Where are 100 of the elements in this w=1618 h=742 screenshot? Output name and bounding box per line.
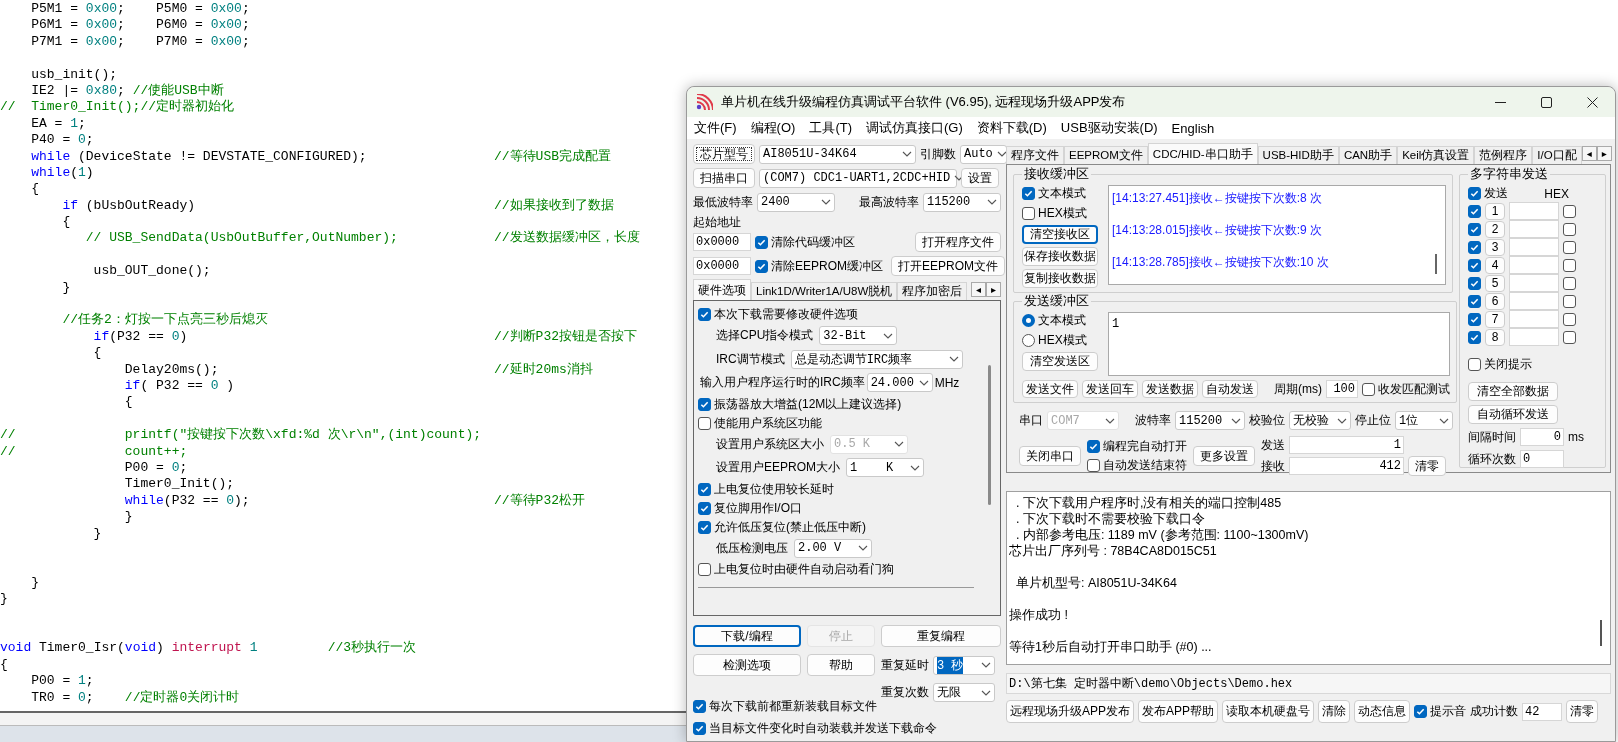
interval-field[interactable]: 0 [1520,428,1564,446]
maximize-icon[interactable] [1540,96,1552,108]
chip-model-button[interactable]: 芯片型号 [693,144,755,164]
menu-item[interactable]: 编程(O) [743,119,803,137]
frequency-select[interactable]: 24.000 [866,373,933,393]
checkbox[interactable] [1468,294,1481,308]
checkbox[interactable] [693,700,706,713]
send-action-button[interactable]: 发送文件 [1022,380,1078,398]
checkbox[interactable] [1468,222,1481,236]
tab[interactable]: CDC/HID-串口助手 [1147,143,1258,164]
string-number-button[interactable]: 4 [1485,256,1505,274]
send-action-button[interactable]: 发送数据 [1142,380,1198,398]
string-number-button[interactable]: 8 [1485,328,1505,346]
tab[interactable]: Keil仿真设置 [1397,146,1475,164]
footer-button[interactable]: 发布APP帮助 [1138,700,1219,723]
repeat-delay-select[interactable]: 3 秒 [933,655,995,675]
checkbox[interactable] [1563,204,1576,218]
checkbox[interactable] [1022,187,1035,200]
checkbox[interactable] [1563,330,1576,344]
tab[interactable]: CAN助手 [1338,146,1398,164]
option-select[interactable]: 32-Bit [819,326,898,346]
checkbox[interactable] [1468,204,1481,218]
close-icon[interactable] [1586,96,1598,108]
checkbox[interactable] [1468,187,1481,200]
string-number-button[interactable]: 1 [1485,202,1505,220]
max-baud-select[interactable]: 115200 [923,192,1001,212]
string-number-button[interactable]: 5 [1485,274,1505,292]
menu-item[interactable]: 文件(F) [687,119,744,137]
checkbox[interactable] [1468,330,1481,344]
send-text-field[interactable]: 1 [1108,312,1450,376]
footer-button[interactable]: 动态信息 [1354,700,1411,723]
tab[interactable]: 范例程序 [1474,146,1533,164]
stop-bits-select[interactable]: 1位 [1395,411,1453,430]
string-field[interactable] [1509,238,1559,256]
menu-item[interactable]: English [1164,120,1222,136]
tab[interactable]: 程序加密后 [897,282,968,300]
receive-button[interactable]: 清空接收区 [1022,225,1098,244]
scrollbar[interactable] [1435,254,1437,274]
string-number-button[interactable]: 3 [1485,238,1505,256]
address-field[interactable]: 0x0000 [693,257,751,275]
radio-button[interactable] [1022,314,1035,327]
more-settings-button[interactable]: 更多设置 [1193,446,1255,466]
tab[interactable]: 硬件选项 [693,279,751,300]
footer-button[interactable]: 远程现场升级APP发布 [1006,700,1134,723]
checkbox[interactable] [1468,258,1481,272]
checkbox[interactable] [698,520,711,534]
checkbox[interactable] [755,235,768,249]
loop-count-field[interactable]: 0 [1520,450,1564,468]
period-field[interactable]: 100 [1326,380,1358,398]
checkbox[interactable] [1563,258,1576,272]
string-number-button[interactable]: 2 [1485,220,1505,238]
string-number-button[interactable]: 7 [1485,310,1505,328]
action-button[interactable]: 检测选项 [693,654,801,676]
multi-send-button[interactable]: 自动循环发送 [1468,405,1558,424]
footer-button[interactable]: 读取本机硬盘号 [1222,700,1315,723]
string-field[interactable] [1509,202,1559,220]
tab[interactable]: I/O口配 [1532,146,1582,164]
receive-button[interactable]: 复制接收数据 [1022,269,1098,288]
checkbox[interactable] [1468,358,1481,371]
tab-scroll-button[interactable]: ◂ [971,282,986,297]
success-count-field[interactable]: 42 [1522,702,1563,721]
multi-send-button[interactable]: 清空全部数据 [1468,382,1558,401]
menu-item[interactable]: 调试仿真接口(G) [859,119,970,137]
radio-button[interactable] [1022,334,1035,347]
checkbox[interactable] [1414,705,1428,718]
string-field[interactable] [1509,220,1559,238]
checkbox[interactable] [1087,459,1100,472]
close-port-button[interactable]: 关闭串口 [1019,446,1081,466]
pins-select[interactable]: Auto [960,144,1007,164]
string-field[interactable] [1509,292,1559,310]
action-button[interactable]: 下载/编程 [693,625,801,647]
string-field[interactable] [1509,310,1559,328]
footer-button[interactable]: 清除 [1318,700,1351,723]
reset-button[interactable]: 清零 [1408,456,1446,476]
address-field[interactable]: 0x0000 [693,233,751,251]
checkbox[interactable] [1468,240,1481,254]
receive-button[interactable]: 保存接收数据 [1022,247,1098,266]
horizontal-scrollbar[interactable] [0,711,686,726]
checkbox[interactable] [1022,207,1035,220]
repeat-count-select[interactable]: 无限 [933,683,995,702]
checkbox[interactable] [1468,276,1481,290]
sent-count-field[interactable]: 1 [1289,436,1404,454]
tab[interactable]: USB-HID助手 [1257,146,1339,164]
checkbox[interactable] [1563,294,1576,308]
scan-port-button[interactable]: 扫描串口 [693,168,755,188]
checkbox[interactable] [698,563,711,576]
menu-item[interactable]: 工具(T) [802,119,859,137]
string-number-button[interactable]: 6 [1485,292,1505,310]
menu-item[interactable]: USB驱动安装(D) [1053,119,1165,137]
string-field[interactable] [1509,328,1559,346]
checkbox[interactable] [1563,222,1576,236]
checkbox[interactable] [698,308,711,321]
option-select[interactable]: 2.00 V [794,538,872,558]
checkbox[interactable] [698,482,711,496]
settings-button[interactable]: 设置 [961,168,999,188]
reset-button[interactable]: 清零 [1566,700,1599,723]
parity-select[interactable]: 无校验 [1289,411,1351,430]
checkbox[interactable] [1362,382,1375,396]
checkbox[interactable] [698,416,711,430]
min-baud-select[interactable]: 2400 [757,192,835,212]
